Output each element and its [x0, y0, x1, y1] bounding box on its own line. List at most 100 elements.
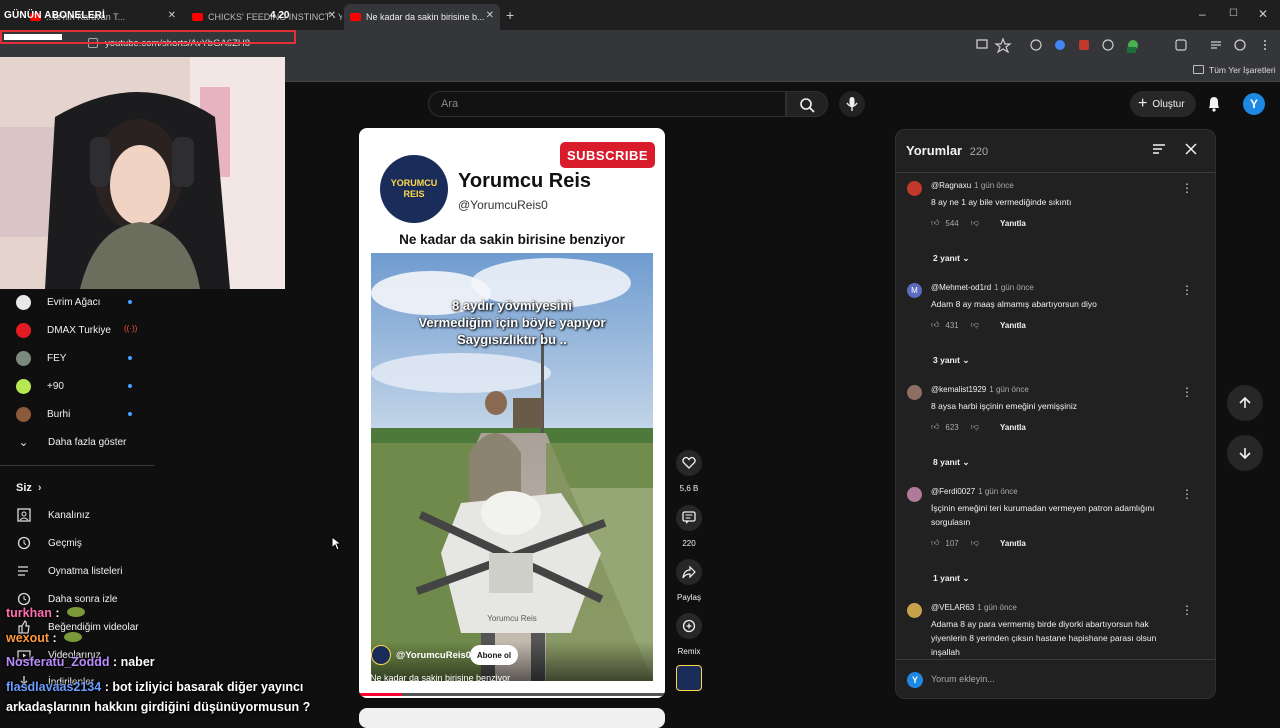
thumbs-down-icon[interactable]: 👎︎	[971, 422, 979, 432]
comment-username[interactable]: @VELAR63	[931, 603, 974, 612]
replies-count: 2 yanıt	[933, 253, 960, 263]
video-caption: 8 aydır yövmiyesini Vermediğim için böyl…	[371, 297, 653, 348]
sidebar-channel-evrim-agaci[interactable]: Evrim Ağacı	[16, 292, 132, 312]
thumbs-up-icon[interactable]: 👍︎	[931, 218, 939, 228]
sidebar-channel-burhi[interactable]: Burhi	[16, 404, 132, 424]
comments-panel: Yorumlar 220 @Ragnaxu 1 gün önce 8 ay ne …	[895, 129, 1216, 699]
next-short-preview[interactable]	[359, 708, 665, 728]
chat-username: turkhan	[6, 606, 52, 620]
sound-thumbnail[interactable]	[676, 665, 702, 691]
create-button[interactable]: + Oluştur	[1130, 91, 1196, 117]
view-replies-button[interactable]: 2 yanıt ⌄	[933, 253, 969, 264]
view-replies-button[interactable]: 3 yanıt ⌄	[933, 355, 969, 366]
commenter-avatar[interactable]	[907, 181, 922, 196]
short-video-player[interactable]: SUBSCRIBE YORUMCU REIS Yorumcu Reis @Yor…	[359, 128, 665, 698]
sidebar-channel-fey[interactable]: FEY	[16, 348, 132, 368]
chevron-right-icon: ›	[37, 482, 42, 494]
add-comment-input[interactable]: Yorum ekleyin...	[931, 674, 995, 684]
close-tab-icon[interactable]: ✕	[486, 10, 494, 21]
remix-button[interactable]	[676, 613, 702, 639]
view-replies-button[interactable]: 8 yanıt ⌄	[933, 457, 969, 468]
like-count: 5,6 B	[679, 484, 699, 493]
plus-icon: +	[1138, 95, 1148, 112]
comment-header: @Ragnaxu 1 gün önce	[931, 181, 1014, 190]
comment-text: 8 aysa harbi işçinin emeğini yemişşiniz	[931, 401, 1077, 411]
sidebar-item-history[interactable]: Geçmiş	[16, 533, 82, 553]
folder-icon	[1193, 65, 1204, 74]
overlay-channel-avatar[interactable]	[371, 645, 391, 665]
sidebar-item-playlists[interactable]: Oynatma listeleri	[16, 561, 122, 581]
commenter-avatar[interactable]	[907, 385, 922, 400]
comment-like-count: 431	[945, 320, 959, 330]
live-icon: ((·))	[124, 324, 138, 333]
caption-line: Vermediğim için böyle yapıyor	[418, 315, 606, 330]
thumbs-down-icon[interactable]: 👎︎	[971, 538, 979, 548]
close-tab-icon[interactable]: ✕	[168, 10, 176, 21]
thumbs-up-icon[interactable]: 👍︎	[931, 320, 939, 330]
share-button[interactable]	[676, 559, 702, 585]
next-short-button[interactable]	[1227, 435, 1263, 471]
chat-separator: :	[49, 631, 57, 645]
sidebar-channel-dmax[interactable]: DMAX Turkiye ((·))	[16, 320, 137, 340]
more-options-icon[interactable]: ⋮	[1181, 283, 1193, 297]
comments-title: Yorumlar 220	[906, 143, 988, 158]
more-options-icon[interactable]: ⋮	[1181, 181, 1193, 195]
comment-username[interactable]: @Ferdi0027	[931, 487, 975, 496]
thumbs-down-icon[interactable]: 👎︎	[971, 218, 979, 228]
reply-button[interactable]: Yanıtla	[1000, 321, 1026, 330]
comment-username[interactable]: @Ragnaxu	[931, 181, 971, 190]
commenter-avatar[interactable]: M	[907, 283, 922, 298]
close-window-button[interactable]: ✕	[1258, 7, 1268, 21]
channel-avatar	[16, 406, 31, 422]
short-headline: Ne kadar da sakin birisine benziyor	[399, 232, 625, 247]
toolbar-extensions[interactable]	[975, 37, 1275, 53]
reply-button[interactable]: Yanıtla	[1000, 219, 1026, 228]
browser-tab-2[interactable]: CHICKS' FEEDING INSTINCT - Y... ✕	[186, 4, 342, 30]
chat-message-continuation: arkadaşlarının hakkını girdiğini düşünüy…	[6, 700, 310, 714]
commenter-avatar[interactable]	[907, 487, 922, 502]
search-button[interactable]	[786, 91, 828, 117]
close-tab-icon[interactable]: ✕	[328, 10, 336, 21]
browser-tab-active[interactable]: Ne kadar da sakin birisine b... ✕	[344, 4, 500, 30]
view-replies-button[interactable]: 1 yanıt ⌄	[933, 573, 969, 584]
maximize-button[interactable]: ☐	[1229, 8, 1238, 19]
thumbs-down-icon[interactable]: 👎︎	[971, 320, 979, 330]
commenter-avatar[interactable]	[907, 603, 922, 618]
channel-avatar	[16, 294, 31, 310]
more-options-icon[interactable]: ⋮	[1181, 603, 1193, 617]
sidebar-channel-plus90[interactable]: +90	[16, 376, 132, 396]
search-input[interactable]: Ara	[428, 91, 786, 117]
sort-icon[interactable]	[1152, 143, 1166, 155]
new-tab-button[interactable]: +	[506, 7, 514, 23]
new-content-dot-icon	[128, 356, 132, 360]
sidebar-item-your-channel[interactable]: Kanalınız	[16, 505, 90, 525]
notifications-bell-icon[interactable]	[1206, 95, 1222, 113]
caption-line: Saygısızlıktır bu ..	[457, 332, 567, 347]
comments-button[interactable]	[676, 505, 702, 531]
like-button[interactable]	[676, 450, 702, 476]
replies-count: 3 yanıt	[933, 355, 960, 365]
all-bookmarks-link[interactable]: Tüm Yer İşaretleri	[1209, 65, 1276, 75]
thumbs-up-icon[interactable]: 👍︎	[931, 538, 939, 548]
minimize-button[interactable]: –	[1199, 7, 1206, 21]
comment-time: 1 gün önce	[989, 385, 1029, 394]
video-progress-track[interactable]	[359, 693, 665, 696]
subscribe-button[interactable]: Abone ol	[470, 645, 518, 665]
close-icon[interactable]	[1185, 143, 1197, 155]
voice-search-button[interactable]	[839, 91, 865, 117]
comment-username[interactable]: @kemalist1929	[931, 385, 986, 394]
more-options-icon[interactable]: ⋮	[1181, 385, 1193, 399]
comment-text: Adama 8 ay para vermemiş birde diyorki a…	[931, 619, 1157, 657]
show-more-button[interactable]: ⌄ Daha fazla göster	[16, 432, 126, 452]
comment-username[interactable]: @Mehmet-od1rd	[931, 283, 991, 292]
chat-message: Nosferatu_Zoddd : naber	[6, 655, 155, 669]
previous-short-button[interactable]	[1227, 385, 1263, 421]
you-section-header[interactable]: Siz ›	[16, 478, 42, 498]
account-avatar[interactable]: Y	[1243, 93, 1265, 115]
overlay-channel-handle[interactable]: @YorumcuReis0	[396, 650, 471, 661]
reply-button[interactable]: Yanıtla	[1000, 539, 1026, 548]
thumbs-up-icon[interactable]: 👍︎	[931, 422, 939, 432]
stream-overlay-counter: 4 20	[270, 10, 290, 21]
more-options-icon[interactable]: ⋮	[1181, 487, 1193, 501]
reply-button[interactable]: Yanıtla	[1000, 423, 1026, 432]
